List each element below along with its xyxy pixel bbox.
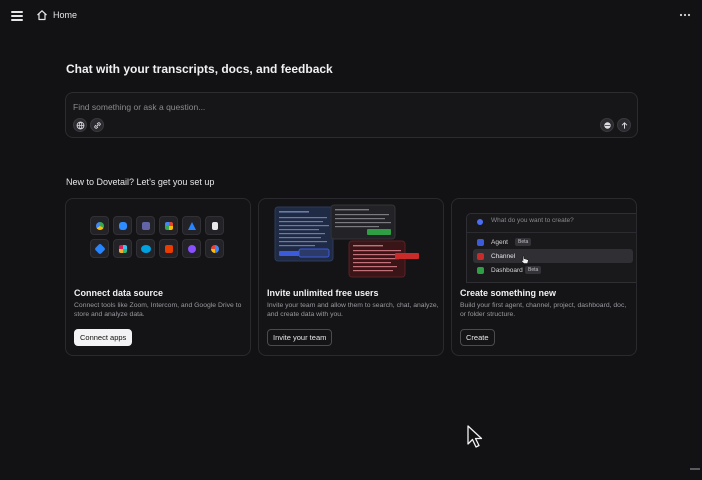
hand-cursor-icon — [521, 255, 529, 264]
channel-icon — [477, 253, 484, 260]
create-prompt: What do you want to create? — [491, 217, 574, 224]
card-description: Connect tools like Zoom, Intercom, and G… — [74, 302, 242, 318]
beta-badge: Beta — [515, 238, 532, 246]
resize-handle[interactable] — [690, 468, 700, 470]
card-title: Connect data source — [74, 288, 164, 298]
gong-icon — [182, 239, 201, 258]
invite-users-card: Invite unlimited free users Invite your … — [258, 198, 444, 356]
slack-icon — [113, 239, 132, 258]
create-menu: What do you want to create? Agent Beta C… — [466, 213, 636, 283]
office-icon — [159, 239, 178, 258]
zoom-icon — [113, 216, 132, 235]
more-options-icon[interactable] — [678, 8, 692, 22]
agent-icon — [477, 239, 484, 246]
option-agent: Agent — [491, 239, 508, 246]
connect-apps-button[interactable]: Connect apps — [74, 329, 133, 346]
mouse-cursor-icon — [467, 425, 483, 448]
create-button[interactable]: Create — [460, 329, 495, 346]
create-something-card: What do you want to create? Agent Beta C… — [451, 198, 637, 356]
atlassian-icon — [182, 216, 201, 235]
jira-icon — [90, 239, 109, 258]
intercom-icon — [205, 216, 224, 235]
chat-search-box[interactable] — [65, 92, 638, 138]
top-bar: Home — [0, 0, 702, 32]
setup-section-title: New to Dovetail? Let’s get you set up — [66, 177, 215, 187]
google-icon — [159, 216, 178, 235]
create-menu-illustration: What do you want to create? Agent Beta C… — [452, 199, 636, 283]
page-title: Chat with your transcripts, docs, and fe… — [66, 62, 333, 76]
card-title: Invite unlimited free users — [267, 288, 379, 298]
sparkle-icon — [477, 219, 483, 225]
beta-badge: Beta — [525, 266, 542, 274]
invite-team-button[interactable]: Invite your team — [267, 329, 333, 346]
teams-icon — [136, 216, 155, 235]
option-channel: Channel — [491, 253, 516, 260]
salesforce-icon — [136, 239, 155, 258]
google-drive-icon — [90, 216, 109, 235]
card-description: Invite your team and allow them to searc… — [267, 302, 439, 318]
collaboration-illustration — [259, 199, 443, 283]
looker-icon — [205, 239, 224, 258]
option-dashboard: Dashboard — [491, 267, 523, 274]
menu-icon[interactable] — [11, 11, 23, 21]
globe-icon[interactable] — [73, 118, 87, 132]
dashboard-icon — [477, 267, 484, 274]
search-input[interactable] — [73, 100, 613, 114]
integrations-illustration — [66, 199, 250, 283]
home-icon[interactable] — [36, 9, 48, 21]
connect-data-source-card: Connect data source Connect tools like Z… — [65, 198, 251, 356]
card-description: Build your first agent, channel, project… — [460, 302, 627, 318]
card-title: Create something new — [460, 288, 557, 298]
send-arrow-icon[interactable] — [617, 118, 631, 132]
web-search-icon[interactable] — [600, 118, 614, 132]
breadcrumb-home[interactable]: Home — [53, 10, 77, 20]
link-icon[interactable] — [90, 118, 104, 132]
